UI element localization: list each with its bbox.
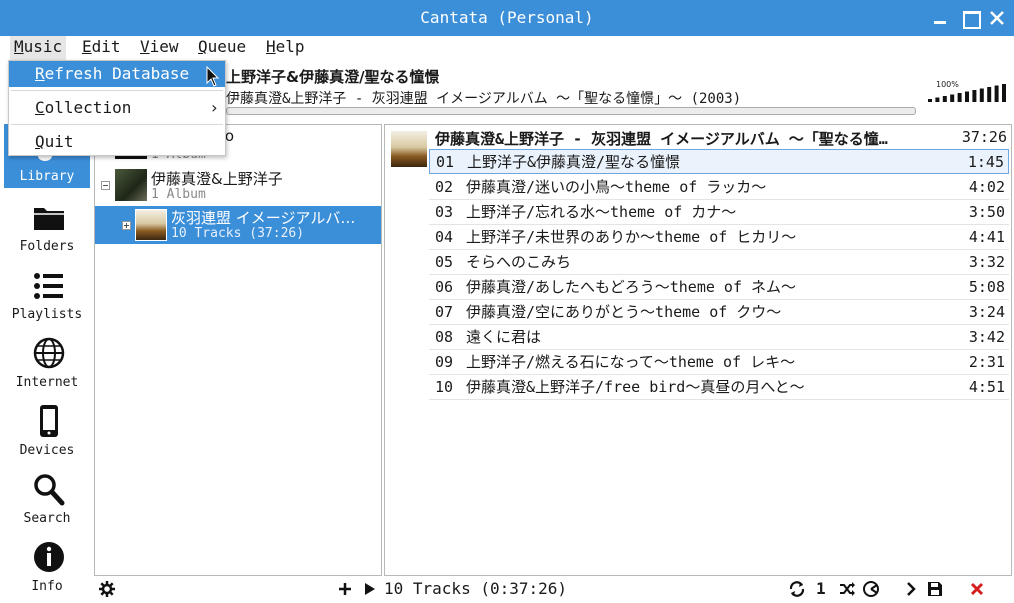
mouse-cursor-icon [206, 66, 220, 87]
consume-icon[interactable] [862, 580, 880, 598]
volume-bar [994, 85, 999, 102]
play-queue[interactable]: 伊藤真澄&上野洋子 - 灰羽連盟 イメージアルバム ～「聖なる憧… 37:26 … [384, 124, 1012, 576]
music-menu-dropdown: Refresh Database Collection › Quit [8, 60, 226, 156]
menu-help[interactable]: Help [262, 36, 309, 60]
volume-bar [935, 97, 940, 102]
volume-bar [950, 94, 955, 102]
menu-music[interactable]: Music [10, 36, 67, 60]
table-row[interactable]: 04 上野洋子/未世界のありか～theme of ヒカリ～ 4:41 [429, 225, 1009, 250]
phone-icon [40, 405, 58, 437]
table-row[interactable]: 01 上野洋子&伊藤真澄/聖なる憧憬 1:45 [429, 149, 1009, 174]
menu-item-collection[interactable]: Collection › [9, 95, 225, 121]
volume-bar [979, 88, 984, 102]
shuffle-icon[interactable] [838, 580, 856, 598]
add-icon[interactable] [336, 580, 354, 598]
track-progress-slider[interactable] [226, 107, 916, 115]
menu-separator [11, 90, 223, 91]
volume-bar [972, 90, 977, 102]
search-icon [34, 474, 65, 506]
volume-bar [942, 96, 947, 102]
queue-summary: 10 Tracks (0:37:26) [384, 579, 568, 598]
save-icon[interactable] [926, 580, 944, 598]
chevron-right-icon: › [209, 98, 219, 117]
now-playing-title: 上野洋子&伊藤真澄/聖なる憧憬 [226, 68, 440, 86]
menu-separator [11, 124, 223, 125]
volume-bar [928, 99, 932, 102]
single-mode-button[interactable]: 1 [816, 579, 826, 598]
sidebar-item-playlists[interactable]: Playlists [4, 262, 90, 326]
repeat-icon[interactable] [788, 580, 806, 598]
window-title: Cantata (Personal) [420, 8, 594, 27]
table-row[interactable]: 02 伊藤真澄/迷いの小鳥～theme of ラッカ～ 4:02 [429, 175, 1009, 200]
globe-icon [33, 337, 65, 369]
sidebar-item-folders[interactable]: Folders [4, 194, 90, 258]
menu-queue[interactable]: Queue [194, 36, 250, 60]
chevron-right-icon[interactable] [902, 580, 920, 598]
table-row[interactable]: 05 そらへのこみち 3:32 [429, 250, 1009, 275]
menu-bar: Music Edit View Queue Help [0, 36, 1014, 60]
album-thumbnail [135, 209, 167, 241]
expand-icon[interactable] [122, 221, 131, 230]
table-row[interactable]: 06 伊藤真澄/あしたへもどろう～theme of ネム～ 5:08 [429, 275, 1009, 300]
gear-icon[interactable] [98, 580, 116, 598]
menu-item-refresh-database[interactable]: Refresh Database [9, 61, 225, 87]
sidebar-item-devices[interactable]: Devices [4, 398, 90, 462]
minimize-icon[interactable] [930, 8, 950, 28]
close-icon[interactable] [987, 8, 1007, 28]
sidebar-item-internet[interactable]: Internet [4, 330, 90, 394]
folder-icon [34, 208, 64, 230]
volume-bar [965, 91, 969, 102]
play-icon[interactable] [360, 580, 378, 598]
sidebar-item-search[interactable]: Search [4, 466, 90, 530]
queue-album-header: 伊藤真澄&上野洋子 - 灰羽連盟 イメージアルバム ～「聖なる憧… 37:26 [385, 125, 1011, 167]
now-playing-subtitle: 伊藤真澄&上野洋子 - 灰羽連盟 イメージアルバム ～「聖なる憧憬」～ (200… [226, 91, 742, 107]
info-icon [34, 542, 64, 572]
volume-bar [957, 93, 962, 102]
menu-item-quit[interactable]: Quit [9, 129, 225, 155]
list-item[interactable]: 伊藤真澄&上野洋子 1 Album [95, 165, 381, 205]
table-row[interactable]: 08 遠くに君は 3:42 [429, 325, 1009, 350]
status-bar: 10 Tracks (0:37:26) 1 [94, 576, 1014, 603]
volume-bar [987, 87, 992, 102]
volume-slider[interactable] [928, 84, 1010, 102]
title-bar: Cantata (Personal) [0, 0, 1014, 36]
menu-edit[interactable]: Edit [78, 36, 125, 60]
playlists-icon [34, 273, 63, 299]
maximize-icon[interactable] [960, 8, 981, 29]
table-row[interactable]: 07 伊藤真澄/空にありがとう～theme of クウ～ 3:24 [429, 300, 1009, 325]
collapse-icon[interactable] [101, 181, 110, 190]
menu-view[interactable]: View [136, 36, 183, 60]
library-tree[interactable]: ro 1 Album 伊藤真澄&上野洋子 1 Album 灰羽連盟 イメージアル… [94, 124, 382, 576]
table-row[interactable]: 09 上野洋子/燃える石になって～theme of レキ～ 2:31 [429, 350, 1009, 375]
sidebar-item-info[interactable]: Info [4, 534, 90, 598]
artist-thumbnail [115, 169, 147, 201]
clear-queue-icon[interactable] [968, 580, 986, 598]
volume-bar [1002, 84, 1006, 102]
sidebar: Library Folders Playlists Internet Devic… [0, 124, 94, 602]
list-item-selected[interactable]: 灰羽連盟 イメージアルバ… 10 Tracks (37:26) [95, 206, 381, 244]
album-cover [391, 131, 427, 167]
table-row[interactable]: 10 伊藤真澄&上野洋子/free bird～真昼の月へと～ 4:51 [429, 375, 1009, 400]
table-row[interactable]: 03 上野洋子/忘れる水～theme of カナ～ 3:50 [429, 200, 1009, 225]
